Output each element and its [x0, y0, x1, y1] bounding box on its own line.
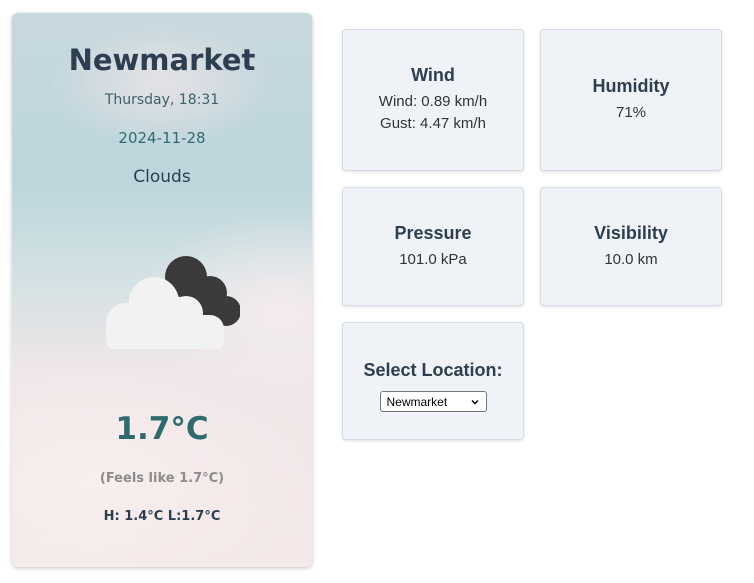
- visibility-title: Visibility: [594, 222, 668, 243]
- wind-gust: Gust: 4.47 km/h: [380, 115, 486, 132]
- chevron-down-icon: [471, 399, 478, 404]
- pressure-title: Pressure: [394, 222, 472, 243]
- pressure-value: 101.0 kPa: [399, 250, 467, 268]
- visibility-tile: Visibility 10.0 km: [540, 187, 722, 306]
- humidity-title: Humidity: [592, 76, 670, 96]
- humidity-value: 71%: [615, 104, 647, 121]
- city-name: Newmarket: [68, 43, 256, 77]
- location-selected-value: Newmarket: [386, 394, 448, 409]
- visibility-value: 10.0 km: [604, 250, 658, 268]
- high-low: H: 1.4°C L:1.7°C: [103, 509, 221, 524]
- day-time: Thursday, 18:31: [104, 92, 220, 108]
- feels-like: (Feels like 1.7°C): [99, 471, 225, 486]
- wind-speed: Wind: 0.89 km/h: [378, 93, 488, 110]
- humidity-tile: Humidity 71%: [540, 29, 722, 171]
- current-weather-card: Newmarket Thursday, 18:31 2024-11-28 Clo…: [12, 13, 312, 567]
- temperature: 1.7°C: [115, 411, 209, 447]
- wind-title: Wind: [411, 65, 455, 85]
- wind-tile: Wind Wind: 0.89 km/h Gust: 4.47 km/h: [342, 29, 524, 171]
- date: 2024-11-28: [118, 129, 206, 147]
- location-select[interactable]: Newmarket: [379, 391, 487, 412]
- pressure-tile: Pressure 101.0 kPa: [342, 187, 524, 306]
- clouds-icon: [106, 256, 240, 349]
- weather-condition: Clouds: [133, 167, 191, 187]
- location-label: Select Location:: [363, 360, 503, 380]
- location-tile: Select Location: Newmarket: [342, 322, 524, 440]
